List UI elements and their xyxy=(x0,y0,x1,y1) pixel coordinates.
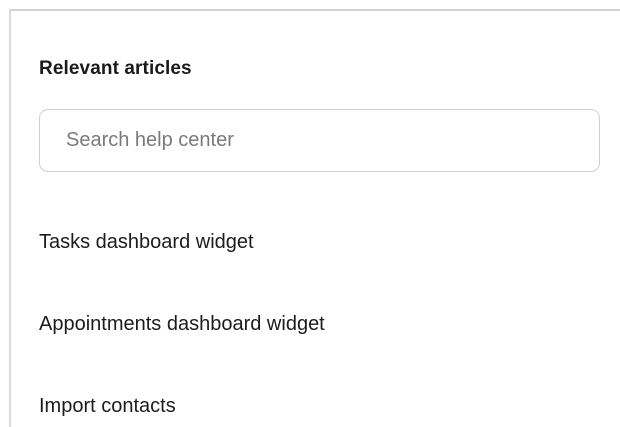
help-panel: Relevant articles Tasks dashboard widget… xyxy=(0,0,620,427)
article-link-appointments-dashboard-widget[interactable]: Appointments dashboard widget xyxy=(39,310,325,338)
panel-left-border xyxy=(9,9,11,427)
search-box[interactable] xyxy=(39,109,600,172)
search-help-center-input[interactable] xyxy=(66,110,599,171)
relevant-articles-heading: Relevant articles xyxy=(39,58,192,79)
article-link-tasks-dashboard-widget[interactable]: Tasks dashboard widget xyxy=(39,228,325,256)
list-item: Appointments dashboard widget xyxy=(39,310,325,338)
list-item: Tasks dashboard widget xyxy=(39,228,325,256)
panel-top-border xyxy=(9,9,620,11)
list-item: Import contacts xyxy=(39,392,325,420)
article-link-import-contacts[interactable]: Import contacts xyxy=(39,392,325,420)
article-list: Tasks dashboard widget Appointments dash… xyxy=(39,228,325,420)
